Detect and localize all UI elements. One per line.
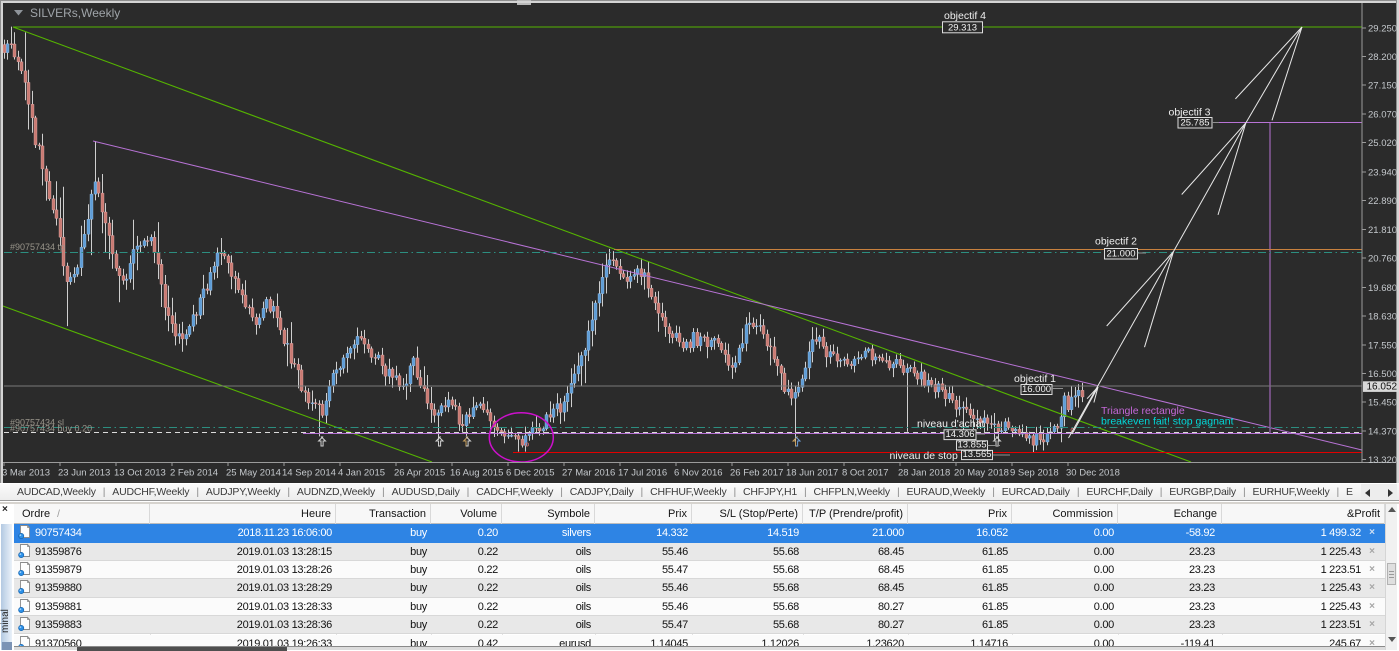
svg-text:21.810: 21.810: [1368, 225, 1397, 236]
svg-text:26 Apr 2015: 26 Apr 2015: [394, 468, 445, 479]
svg-text:27 Mar 2016: 27 Mar 2016: [562, 468, 615, 479]
svg-text:26 Feb 2017: 26 Feb 2017: [730, 468, 783, 479]
svg-text:6 Dec 2015: 6 Dec 2015: [506, 468, 555, 479]
svg-text:28 Jan 2018: 28 Jan 2018: [898, 468, 950, 479]
svg-text:15.450: 15.450: [1368, 398, 1397, 409]
svg-text:niveau d'achat: niveau d'achat: [917, 418, 984, 430]
svg-text:13.320: 13.320: [1368, 455, 1397, 466]
svg-text:25 May 2014: 25 May 2014: [226, 468, 281, 479]
svg-text:30 Dec 2018: 30 Dec 2018: [1066, 468, 1120, 479]
svg-text:19.680: 19.680: [1368, 283, 1397, 294]
svg-text:3 Mar 2013: 3 Mar 2013: [2, 468, 50, 479]
svg-text:breakeven fait! stop gagnant: breakeven fait! stop gagnant: [1101, 416, 1234, 428]
svg-text:17.550: 17.550: [1368, 341, 1397, 352]
svg-text:14.370: 14.370: [1368, 427, 1397, 438]
svg-text:objectif 2: objectif 2: [1095, 236, 1137, 248]
svg-text:16 Aug 2015: 16 Aug 2015: [450, 468, 503, 479]
svg-text:18.630: 18.630: [1368, 311, 1397, 322]
svg-text:4 Jan 2015: 4 Jan 2015: [338, 468, 385, 479]
svg-text:niveau de stop: niveau de stop: [890, 450, 958, 462]
svg-text:SILVERs,Weekly: SILVERs,Weekly: [30, 6, 120, 20]
svg-text:16.000: 16.000: [1022, 384, 1051, 395]
svg-text:18 Jun 2017: 18 Jun 2017: [786, 468, 838, 479]
svg-text:29.313: 29.313: [948, 22, 977, 33]
svg-text:21.000: 21.000: [1106, 249, 1135, 260]
svg-text:13 Oct 2013: 13 Oct 2013: [114, 468, 166, 479]
svg-text:6 Nov 2016: 6 Nov 2016: [674, 468, 723, 479]
svg-text:16.500: 16.500: [1368, 369, 1397, 380]
svg-text:#90757434 buy 0.20: #90757434 buy 0.20: [10, 424, 92, 434]
svg-text:20 May 2018: 20 May 2018: [954, 468, 1009, 479]
svg-text:objectif 4: objectif 4: [944, 10, 986, 22]
svg-text:29.250: 29.250: [1368, 24, 1397, 35]
svg-text:17 Jul 2016: 17 Jul 2016: [618, 468, 667, 479]
svg-text:16.052: 16.052: [1367, 382, 1398, 393]
svg-text:25.785: 25.785: [1180, 118, 1209, 129]
svg-text:#90757434 tp: #90757434 tp: [10, 242, 65, 252]
svg-text:9 Sep 2018: 9 Sep 2018: [1010, 468, 1059, 479]
svg-text:13.565: 13.565: [962, 449, 991, 460]
svg-text:20.760: 20.760: [1368, 254, 1397, 265]
svg-text:14.306: 14.306: [945, 429, 974, 440]
svg-text:22.890: 22.890: [1368, 196, 1397, 207]
svg-text:25.020: 25.020: [1368, 138, 1397, 149]
svg-text:14 Sep 2014: 14 Sep 2014: [282, 468, 336, 479]
svg-text:26.070: 26.070: [1368, 110, 1397, 121]
svg-text:27.150: 27.150: [1368, 80, 1397, 91]
svg-text:8 Oct 2017: 8 Oct 2017: [842, 468, 888, 479]
svg-text:23 Jun 2013: 23 Jun 2013: [58, 468, 110, 479]
svg-text:2 Feb 2014: 2 Feb 2014: [170, 468, 218, 479]
svg-text:28.200: 28.200: [1368, 52, 1397, 63]
svg-text:23.940: 23.940: [1368, 167, 1397, 178]
